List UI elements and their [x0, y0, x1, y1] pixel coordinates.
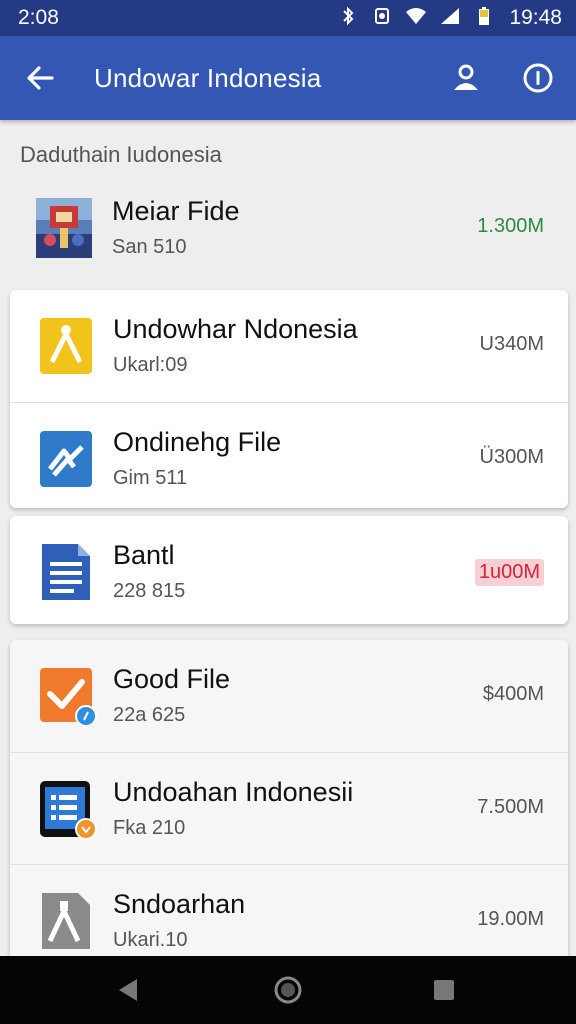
file-meta: Ukarl:09 — [113, 354, 188, 376]
file-row[interactable]: Bantl 228 815 1u00M — [10, 516, 568, 624]
file-group-card: Bantl 228 815 1u00M — [10, 516, 568, 624]
status-time-right: 19:48 — [509, 6, 562, 29]
nav-back-button[interactable] — [110, 972, 146, 1008]
file-name: Meiar Fide — [112, 196, 240, 226]
file-row[interactable]: Sndoarhan Ukari.10 19.00M — [10, 864, 568, 970]
file-meta: 22a 625 — [113, 704, 186, 726]
file-name: Sndoarhan — [113, 889, 246, 919]
nav-recents-button[interactable] — [426, 972, 462, 1008]
file-name: Undoahan Indonesii — [113, 777, 354, 807]
status-time-left: 2:08 — [18, 6, 59, 29]
file-size: 19.00M — [477, 908, 544, 930]
arrow-left-icon — [27, 66, 54, 90]
circle-home-icon — [274, 976, 302, 1004]
photo-thumbnail-icon — [36, 198, 92, 258]
file-meta: 228 815 — [113, 580, 186, 602]
file-size: 7.500M — [477, 796, 544, 818]
status-bar: 2:08 19:48 — [0, 0, 576, 36]
triangle-back-icon — [119, 979, 137, 1001]
vibrate-icon — [371, 6, 393, 31]
battery-icon — [473, 6, 495, 31]
file-meta: San 510 — [112, 236, 187, 258]
file-name: Good File — [113, 664, 231, 694]
account-button[interactable] — [444, 56, 488, 100]
orange-check-file-icon — [38, 666, 97, 727]
file-size: Ü300M — [479, 446, 544, 468]
file-group-card: Undowhar Ndonesia Ukarl:09 U340M Ondineh… — [10, 290, 568, 508]
yellow-file-icon — [38, 316, 94, 376]
file-meta: Gim 511 — [113, 467, 188, 489]
info-icon — [523, 63, 553, 93]
info-button[interactable] — [516, 56, 560, 100]
back-button[interactable] — [0, 36, 80, 120]
document-icon — [38, 542, 94, 602]
file-size: U340M — [479, 333, 544, 355]
tablet-file-icon — [38, 779, 97, 840]
file-group-card: Good File 22a 625 $400M Undoahan Indones… — [10, 640, 568, 970]
signal-icon — [439, 6, 461, 31]
system-navigation-bar — [0, 956, 576, 1024]
file-meta: Fka 210 — [113, 817, 186, 839]
file-size: 1.300M — [477, 215, 544, 237]
file-row[interactable]: Meiar Fide San 510 1.300M — [0, 172, 576, 284]
nav-home-button[interactable] — [270, 972, 306, 1008]
square-recents-icon — [434, 980, 454, 1000]
person-icon — [454, 64, 478, 90]
file-name: Undowhar Ndonesia — [113, 314, 358, 344]
file-row[interactable]: Good File 22a 625 $400M — [10, 640, 568, 752]
file-name: Bantl — [113, 540, 175, 570]
file-row[interactable]: Undoahan Indonesii Fka 210 7.500M — [10, 752, 568, 864]
blue-link-file-icon — [38, 429, 94, 489]
app-bar: Undowar Indonesia — [0, 36, 576, 120]
file-size-warning: 1u00M — [474, 559, 544, 586]
section-label: Daduthain Iudonesia — [20, 142, 222, 167]
wifi-icon — [405, 6, 427, 31]
app-bar-title: Undowar Indonesia — [94, 62, 322, 93]
file-meta: Ukari.10 — [113, 929, 188, 951]
file-row[interactable]: Undowhar Ndonesia Ukarl:09 U340M — [10, 290, 568, 402]
file-row[interactable]: Ondinehg File Gim 511 Ü300M — [10, 402, 568, 508]
file-size: $400M — [482, 683, 544, 705]
bluetooth-icon — [337, 6, 359, 31]
file-name: Ondinehg File — [113, 427, 282, 457]
gray-file-icon — [38, 891, 94, 951]
